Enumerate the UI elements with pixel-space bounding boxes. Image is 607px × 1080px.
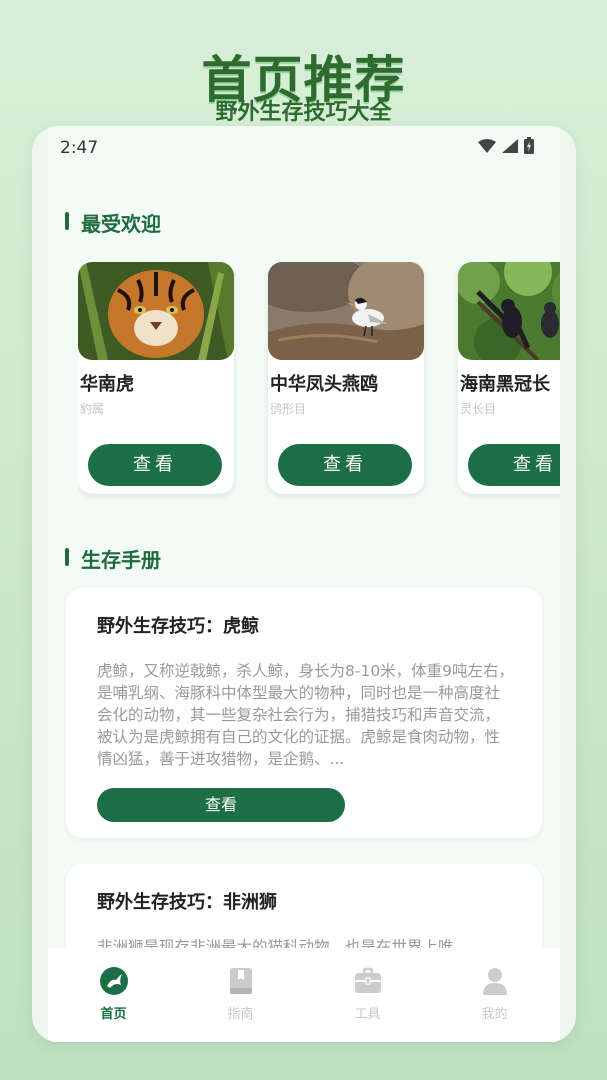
- guide-card[interactable]: 野外生存技巧：虎鲸 虎鲸，又称逆戟鲸，杀人鲸，身长为8-10米，体重9吨左右，是…: [66, 588, 542, 838]
- animal-photo-gibbon: [458, 262, 560, 360]
- tab-profile[interactable]: 我的: [440, 948, 550, 1042]
- status-bar: 2:47: [48, 126, 560, 168]
- animal-name: 海南黑冠长: [460, 374, 550, 395]
- app-screen: 2:47 最受欢迎 华南虎 豹属 查看 中华凤头燕鸥 鸻形目 查看 海南黑冠长 …: [48, 126, 560, 1042]
- bottom-tab-bar: 首页 指南 工具 我的: [48, 948, 560, 1042]
- animal-card[interactable]: 海南黑冠长 灵长目 查看: [458, 262, 560, 494]
- animal-photo-tern: [268, 262, 424, 360]
- tab-label: 工具: [354, 1007, 381, 1022]
- animal-tag: 鸻形目: [270, 402, 307, 416]
- animal-card[interactable]: 中华凤头燕鸥 鸻形目 查看: [268, 262, 424, 494]
- status-time: 2:47: [60, 138, 99, 158]
- cell-signal-icon: [502, 138, 518, 153]
- tab-label: 首页: [100, 1007, 127, 1022]
- animal-name: 华南虎: [80, 374, 134, 395]
- user-icon: [482, 968, 507, 995]
- animal-photo-tiger: [78, 262, 234, 360]
- popular-carousel[interactable]: 华南虎 豹属 查看 中华凤头燕鸥 鸻形目 查看 海南黑冠长 灵长目 查看: [78, 262, 560, 502]
- toolbox-icon: [354, 967, 381, 993]
- tab-label: 指南: [227, 1007, 254, 1022]
- guide-view-button[interactable]: 查看: [97, 788, 345, 822]
- guide-body: 虎鲸，又称逆戟鲸，杀人鲸，身长为8-10米，体重9吨左右，是哺乳纲、海豚科中体型…: [97, 662, 515, 768]
- view-button[interactable]: 查看: [88, 444, 222, 486]
- book-icon: [229, 968, 252, 994]
- status-icons: [478, 137, 534, 154]
- wifi-icon: [478, 138, 496, 153]
- animal-card[interactable]: 华南虎 豹属 查看: [78, 262, 234, 494]
- tab-tools[interactable]: 工具: [313, 948, 423, 1042]
- guide-title: 野外生存技巧：虎鲸: [97, 616, 259, 637]
- animal-name: 中华凤头燕鸥: [270, 374, 378, 395]
- section-title-handbook: 生存手册: [65, 544, 161, 573]
- section-title-popular: 最受欢迎: [65, 208, 161, 237]
- tab-home[interactable]: 首页: [59, 948, 169, 1042]
- phone-frame: 2:47 最受欢迎 华南虎 豹属 查看 中华凤头燕鸥 鸻形目 查看 海南黑冠长 …: [32, 126, 576, 1042]
- animal-tag: 豹属: [80, 402, 105, 416]
- view-button[interactable]: 查看: [468, 444, 560, 486]
- tab-label: 我的: [481, 1007, 508, 1022]
- promo-subtitle: 野外生存技巧大全: [215, 100, 392, 125]
- home-icon: [99, 967, 128, 995]
- animal-tag: 灵长目: [460, 402, 497, 416]
- tab-guide[interactable]: 指南: [186, 948, 296, 1042]
- guide-title: 野外生存技巧：非洲狮: [97, 892, 277, 913]
- battery-icon: [524, 137, 534, 154]
- view-button[interactable]: 查看: [278, 444, 412, 486]
